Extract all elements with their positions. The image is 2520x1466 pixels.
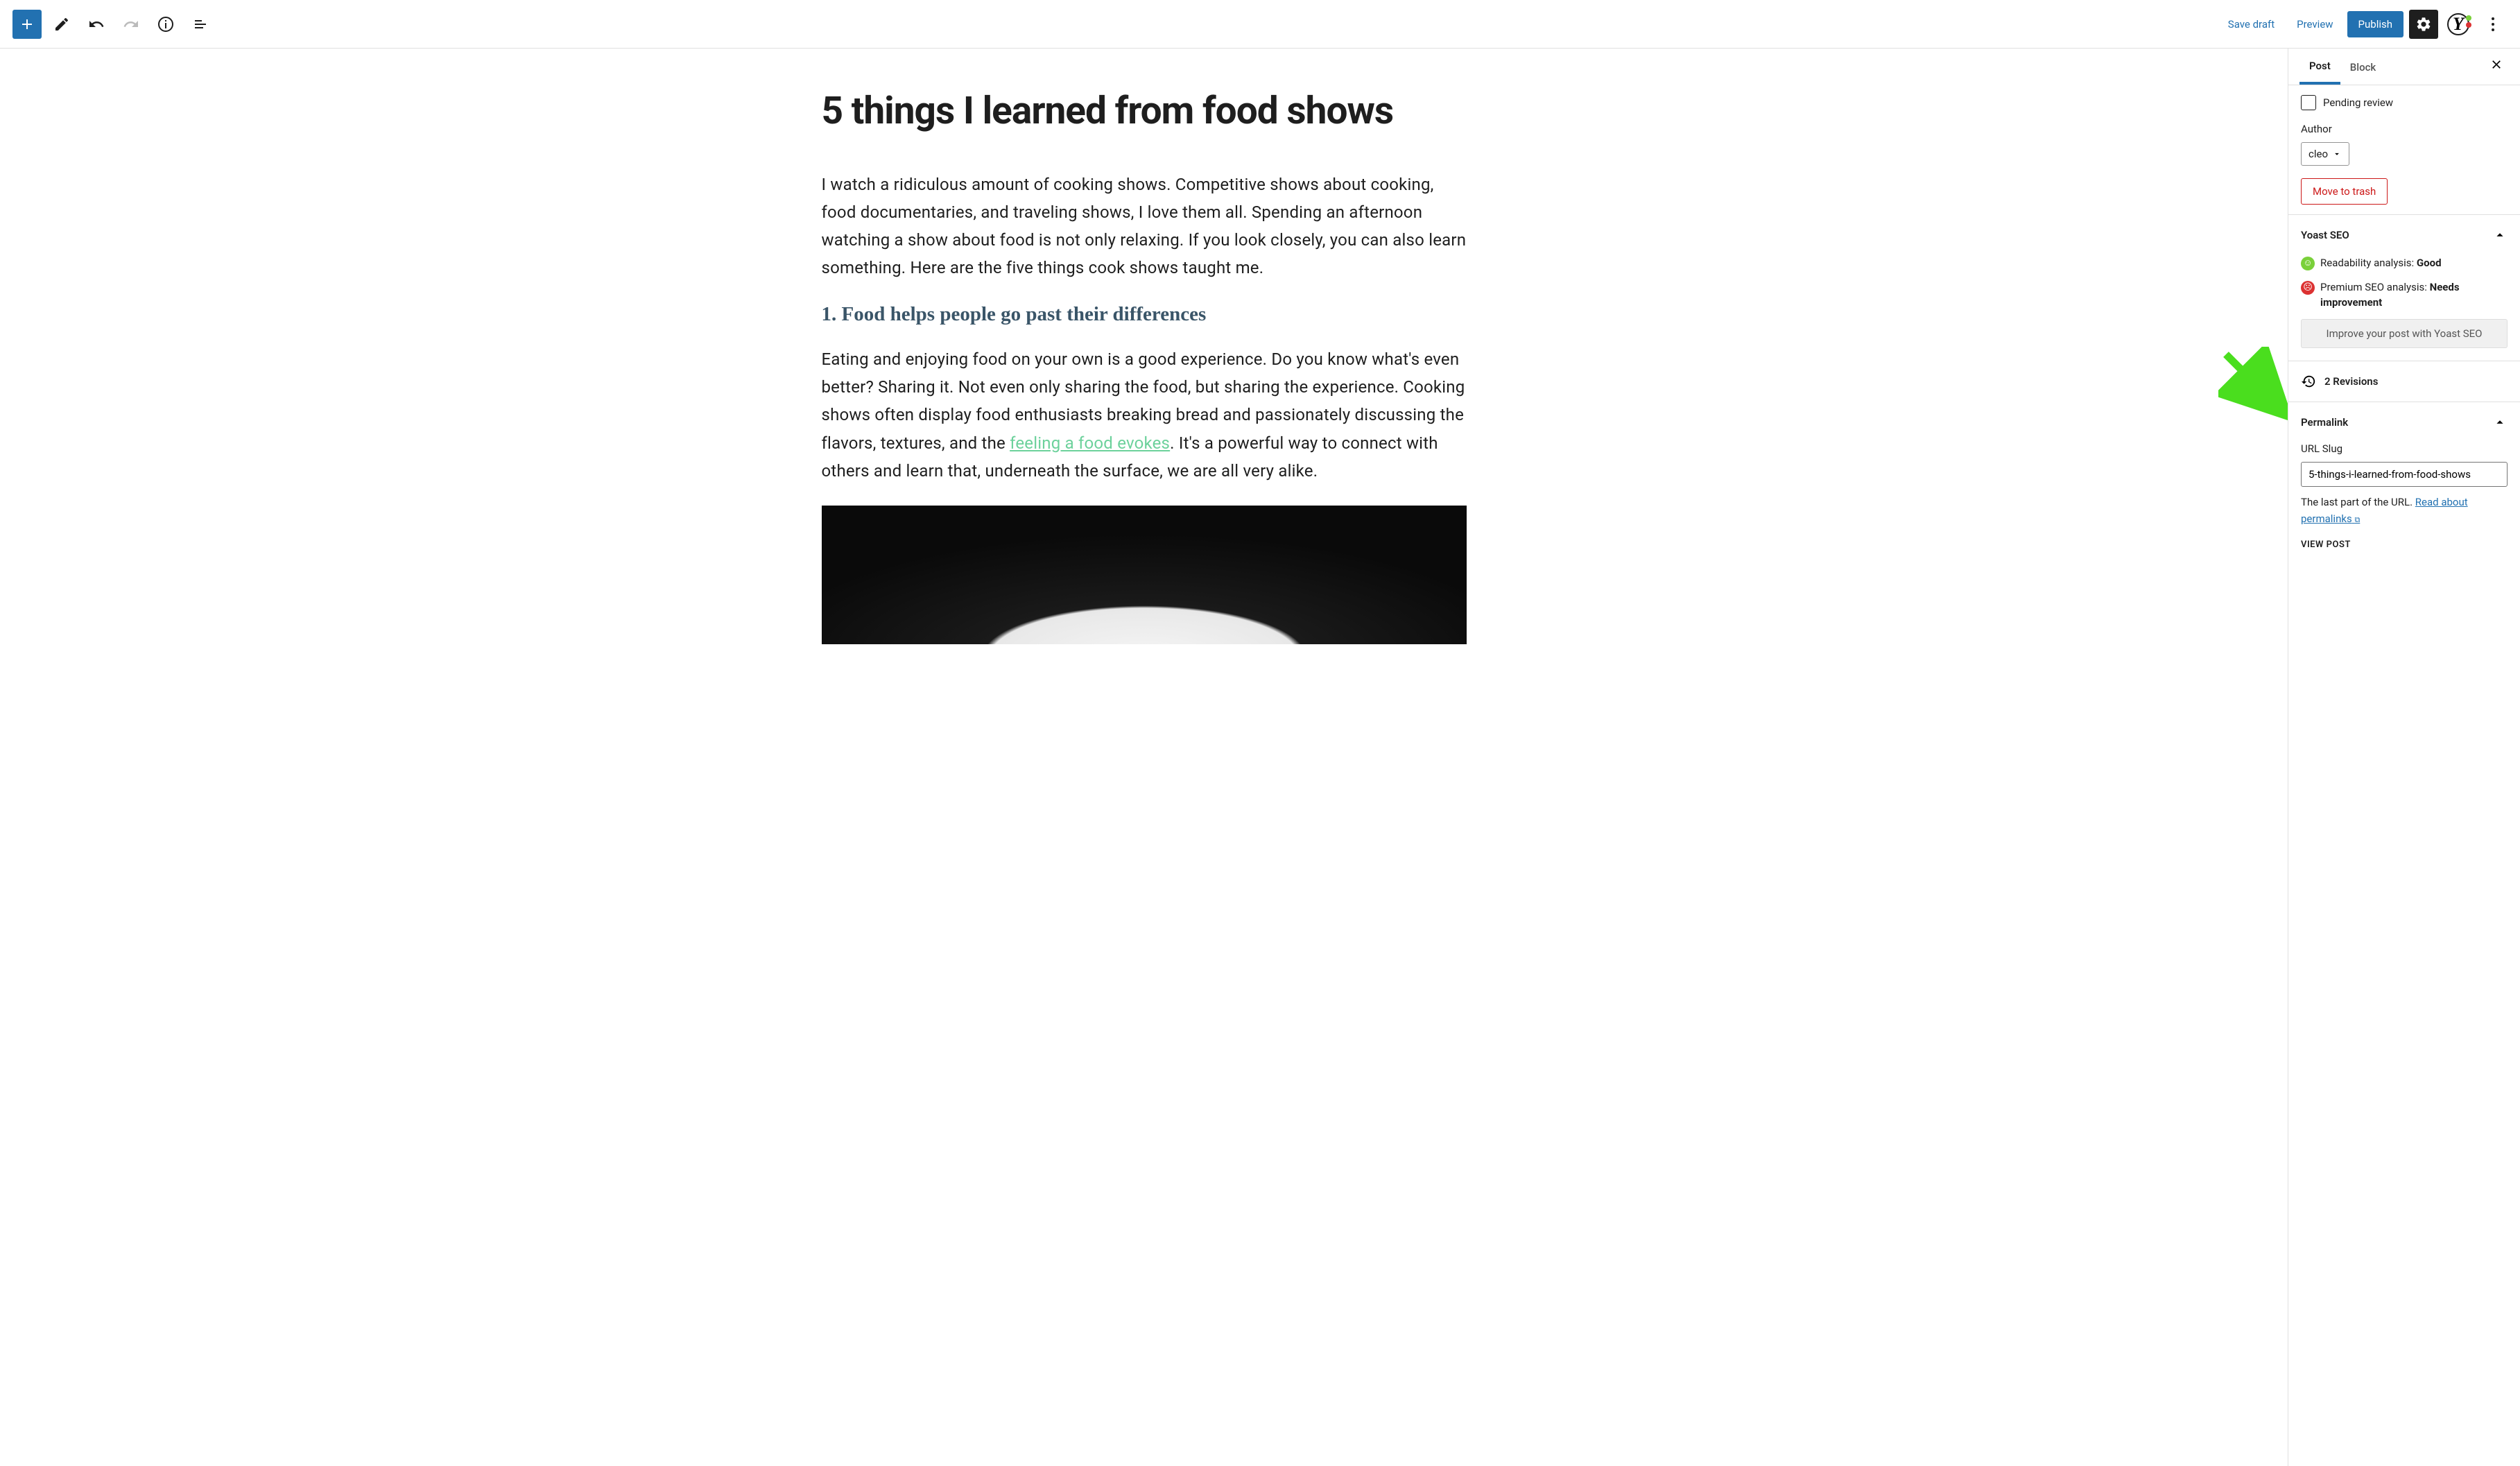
inline-link[interactable]: feeling a food evokes: [1010, 433, 1170, 453]
pending-review-label: Pending review: [2323, 96, 2393, 109]
author-label: Author: [2301, 123, 2508, 135]
yoast-panel-toggle[interactable]: Yoast SEO: [2288, 215, 2520, 255]
kebab-icon: [2483, 17, 2503, 31]
premium-seo-label: Premium SEO analysis:: [2320, 281, 2430, 293]
permalink-panel-title: Permalink: [2301, 416, 2348, 429]
url-slug-input[interactable]: [2301, 462, 2508, 487]
info-icon: [157, 16, 174, 33]
preview-button[interactable]: Preview: [2288, 18, 2341, 31]
settings-sidebar: Post Block Pending review Author cleo Mo…: [2288, 49, 2520, 1466]
readability-value: Good: [2417, 257, 2442, 269]
chevron-up-icon: [2492, 227, 2508, 243]
pencil-icon: [53, 16, 70, 33]
yoast-button[interactable]: Y: [2444, 10, 2473, 39]
outline-button[interactable]: [186, 10, 215, 39]
chevron-down-icon: [2332, 149, 2342, 159]
revisions-row[interactable]: 2 Revisions: [2288, 361, 2520, 402]
close-icon: [2489, 58, 2503, 71]
more-options-button[interactable]: [2478, 10, 2508, 39]
permalink-help-pre: The last part of the URL.: [2301, 496, 2415, 508]
undo-icon: [88, 16, 105, 33]
premium-seo-analysis-row: ☹ Premium SEO analysis: Needs improvemen…: [2301, 279, 2508, 311]
url-slug-label: URL Slug: [2301, 442, 2508, 455]
author-select[interactable]: cleo: [2301, 142, 2349, 166]
plus-icon: [19, 16, 35, 33]
improve-with-yoast-button[interactable]: Improve your post with Yoast SEO: [2301, 319, 2508, 348]
info-button[interactable]: [151, 10, 180, 39]
outline-icon: [192, 16, 209, 33]
permalink-panel-toggle[interactable]: Permalink: [2288, 402, 2520, 442]
move-to-trash-button[interactable]: Move to trash: [2301, 178, 2388, 205]
add-block-button[interactable]: [12, 10, 42, 39]
publish-button[interactable]: Publish: [2347, 11, 2404, 37]
revisions-count: 2 Revisions: [2324, 375, 2378, 388]
view-post-link[interactable]: VIEW POST: [2301, 540, 2508, 550]
permalink-help-text: The last part of the URL. Read about per…: [2301, 494, 2508, 527]
chevron-up-icon: [2492, 415, 2508, 430]
yoast-status-dots: [2466, 15, 2471, 28]
post-paragraph[interactable]: Eating and enjoying food on your own is …: [822, 345, 1467, 485]
gear-icon: [2415, 16, 2432, 33]
smiley-good-icon: ☺: [2301, 257, 2315, 270]
close-sidebar-button[interactable]: [2484, 52, 2509, 81]
edit-mode-button[interactable]: [47, 10, 76, 39]
post-image-block[interactable]: [822, 506, 1467, 644]
post-paragraph[interactable]: I watch a ridiculous amount of cooking s…: [822, 171, 1467, 282]
tab-block[interactable]: Block: [2340, 50, 2385, 83]
save-draft-button[interactable]: Save draft: [2220, 18, 2283, 31]
tab-post[interactable]: Post: [2299, 49, 2340, 85]
redo-icon: [123, 16, 139, 33]
history-icon: [2301, 374, 2316, 389]
settings-button[interactable]: [2409, 10, 2438, 39]
redo-button[interactable]: [116, 10, 146, 39]
status-visibility-section: Pending review Author cleo Move to trash: [2288, 85, 2520, 215]
undo-button[interactable]: [82, 10, 111, 39]
editor-canvas[interactable]: 5 things I learned from food shows I wat…: [0, 49, 2288, 1466]
pending-review-checkbox[interactable]: [2301, 95, 2316, 110]
post-title[interactable]: 5 things I learned from food shows: [822, 90, 1467, 132]
author-select-value: cleo: [2308, 148, 2328, 160]
sidebar-tabs: Post Block: [2288, 49, 2520, 85]
toolbar-right-group: Save draft Preview Publish Y: [2220, 10, 2508, 39]
toolbar-left-group: [12, 10, 215, 39]
annotation-arrow: [2218, 347, 2288, 423]
yoast-panel-title: Yoast SEO: [2301, 229, 2349, 241]
external-link-icon: ⧉: [2354, 515, 2360, 524]
editor-top-toolbar: Save draft Preview Publish Y: [0, 0, 2520, 49]
readability-analysis-row: ☺ Readability analysis: Good: [2301, 255, 2508, 271]
smiley-bad-icon: ☹: [2301, 281, 2315, 295]
readability-label: Readability analysis:: [2320, 257, 2417, 269]
post-heading[interactable]: 1. Food helps people go past their diffe…: [822, 303, 1467, 326]
